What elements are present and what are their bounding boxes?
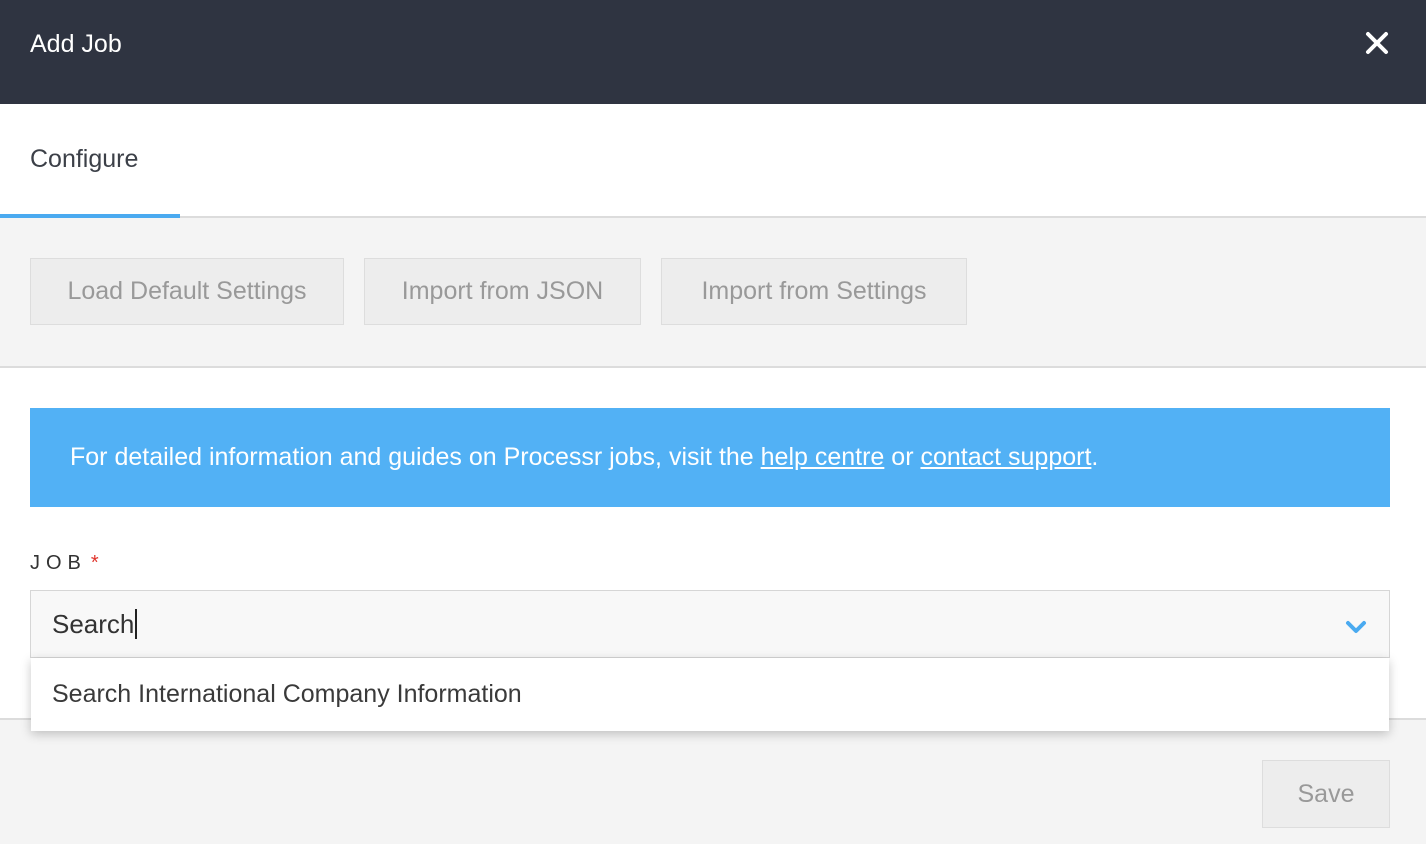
job-label-text: JOB [30, 552, 87, 574]
job-dropdown-menu: Search International Company Information [31, 658, 1389, 731]
tab-bar: Configure [0, 104, 1426, 218]
import-from-json-button[interactable]: Import from JSON [364, 258, 641, 325]
tab-configure-label: Configure [30, 145, 139, 173]
dropdown-option[interactable]: Search International Company Information [31, 658, 1389, 731]
job-field-label: JOB * [30, 550, 105, 576]
info-banner: For detailed information and guides on P… [30, 408, 1390, 507]
job-select-input[interactable]: Search [30, 590, 1390, 658]
save-button[interactable]: Save [1262, 760, 1390, 828]
load-default-settings-button[interactable]: Load Default Settings [30, 258, 344, 325]
settings-toolbar: Load Default Settings Import from JSON I… [0, 218, 1426, 368]
text-cursor [135, 609, 138, 639]
tab-configure[interactable]: Configure [0, 104, 180, 218]
job-search-value: Search [52, 608, 138, 640]
help-centre-link[interactable]: help centre [761, 443, 885, 471]
close-icon [1366, 32, 1388, 54]
info-text-between: or [884, 443, 921, 471]
modal-header: Add Job [0, 0, 1426, 104]
chevron-down-icon[interactable] [1345, 619, 1367, 635]
modal-footer: Save [0, 720, 1426, 844]
modal-title: Add Job [30, 30, 122, 58]
job-search-text: Search [52, 609, 135, 639]
import-from-settings-button[interactable]: Import from Settings [661, 258, 967, 325]
required-mark: * [90, 552, 105, 574]
info-text: For detailed information and guides on P… [70, 443, 761, 471]
close-button[interactable] [1362, 28, 1392, 58]
info-text-end: . [1091, 443, 1099, 471]
contact-support-link[interactable]: contact support [920, 443, 1091, 471]
